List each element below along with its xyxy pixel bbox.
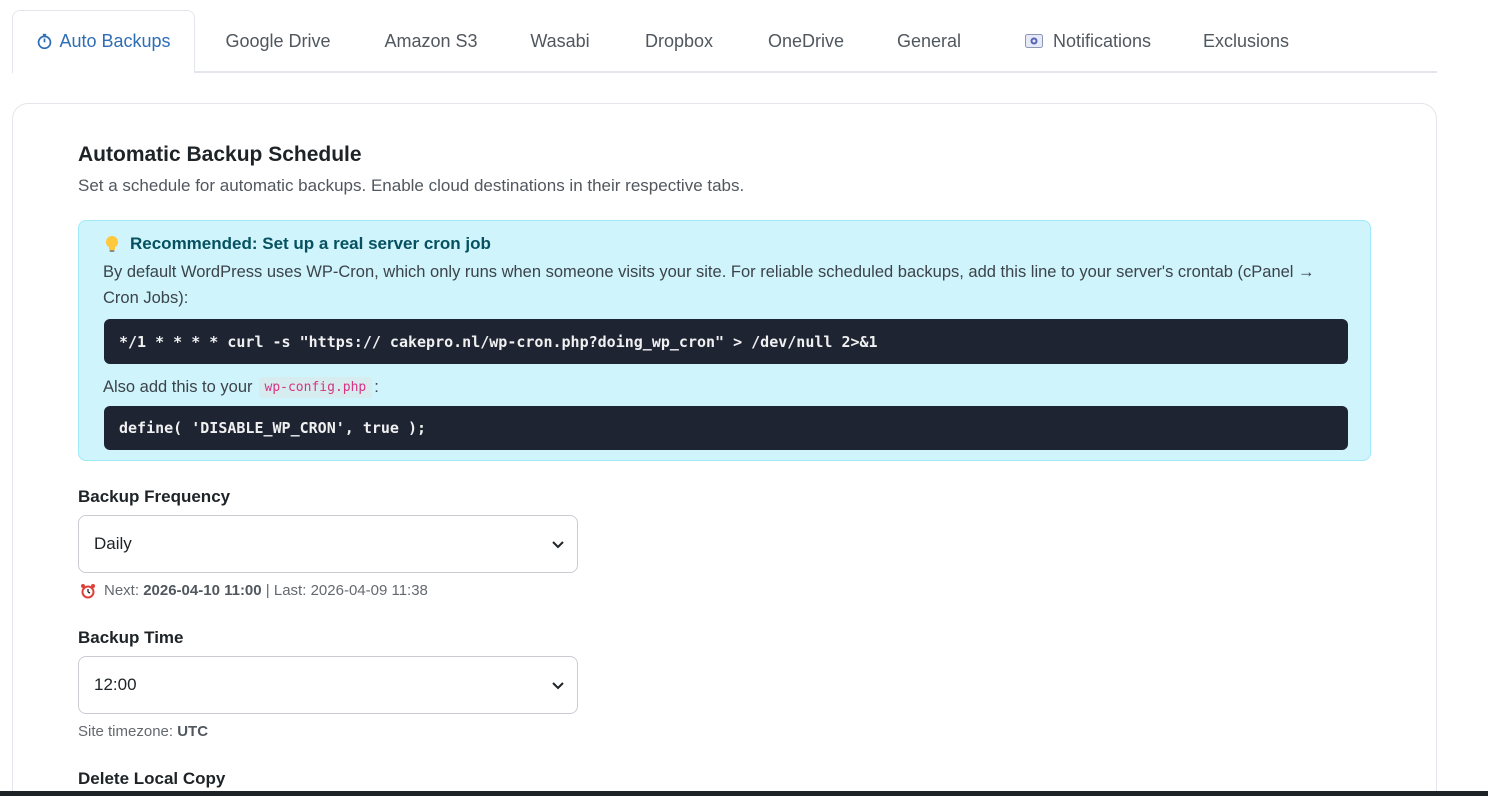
tab-onedrive[interactable]: OneDrive [746, 10, 866, 72]
tab-label: General [896, 30, 962, 51]
delete-local-label: Delete Local Copy [78, 769, 226, 788]
next-label: Next: [104, 582, 140, 599]
time-select[interactable]: 12:00 [78, 656, 578, 714]
tab-label: Amazon S3 [384, 30, 478, 51]
tab-label: OneDrive [767, 30, 845, 51]
tab-general[interactable]: General [876, 10, 982, 72]
next-value: 2026-04-10 11:00 [143, 582, 262, 599]
chevron-down-icon [552, 682, 564, 690]
tab-label: Auto Backups [59, 31, 171, 51]
window-bottom-edge [0, 791, 1488, 796]
section-title: Automatic Backup Schedule [78, 143, 362, 166]
tab-label: Wasabi [530, 30, 590, 51]
notice-title-text: Recommended: Set up a real server cron j… [130, 234, 491, 253]
time-value: 12:00 [94, 675, 137, 694]
tab-label: Google Drive [225, 30, 331, 51]
colon-text: : [374, 378, 379, 396]
separator: | [265, 582, 270, 599]
tab-dropbox[interactable]: Dropbox [621, 10, 737, 72]
frequency-label: Backup Frequency [78, 487, 231, 506]
time-label: Backup Time [78, 628, 184, 647]
cron-command-code[interactable]: */1 * * * * curl -s "https:// cakepro.nl… [104, 319, 1348, 364]
chevron-down-icon [552, 541, 564, 549]
tab-label: Dropbox [644, 30, 714, 51]
email-icon [1024, 34, 1043, 48]
tab-google-drive[interactable]: Google Drive [202, 10, 354, 72]
section-description: Set a schedule for automatic backups. En… [78, 176, 745, 195]
tab-amazon-s3[interactable]: Amazon S3 [364, 10, 498, 72]
stopwatch-icon [36, 33, 53, 50]
config-file-code: wp-config.php [258, 377, 373, 398]
also-add-line: Also add this to your wp-config.php : [103, 377, 379, 398]
tab-auto-backups[interactable]: Auto Backups [12, 10, 195, 74]
define-code[interactable]: define( 'DISABLE_WP_CRON', true ); [104, 406, 1348, 450]
settings-tabs: Auto Backups Google Drive Amazon S3 Wasa… [12, 10, 1437, 74]
last-label: Last: [273, 582, 307, 599]
tab-notifications[interactable]: Notifications [1002, 10, 1174, 72]
also-add-text: Also add this to your [103, 378, 253, 396]
last-value: 2026-04-09 11:38 [310, 582, 428, 599]
notice-text: By default WordPress uses WP-Cron, which… [103, 263, 1315, 307]
tab-wasabi[interactable]: Wasabi [509, 10, 611, 72]
timezone-value: UTC [177, 723, 209, 740]
schedule-info: Next: 2026-04-10 11:00 | Last: 2026-04-0… [78, 582, 428, 599]
tab-label: Notifications [1052, 30, 1152, 51]
lightbulb-icon [104, 235, 120, 253]
tab-exclusions[interactable]: Exclusions [1190, 10, 1302, 72]
timezone-info: Site timezone: UTC [78, 723, 208, 740]
tab-label: Exclusions [1202, 30, 1290, 51]
notice-title: Recommended: Set up a real server cron j… [104, 234, 491, 254]
alarm-clock-icon [80, 583, 96, 599]
frequency-select[interactable]: Daily [78, 515, 578, 573]
timezone-label: Site timezone: [78, 723, 174, 740]
frequency-value: Daily [94, 534, 132, 553]
